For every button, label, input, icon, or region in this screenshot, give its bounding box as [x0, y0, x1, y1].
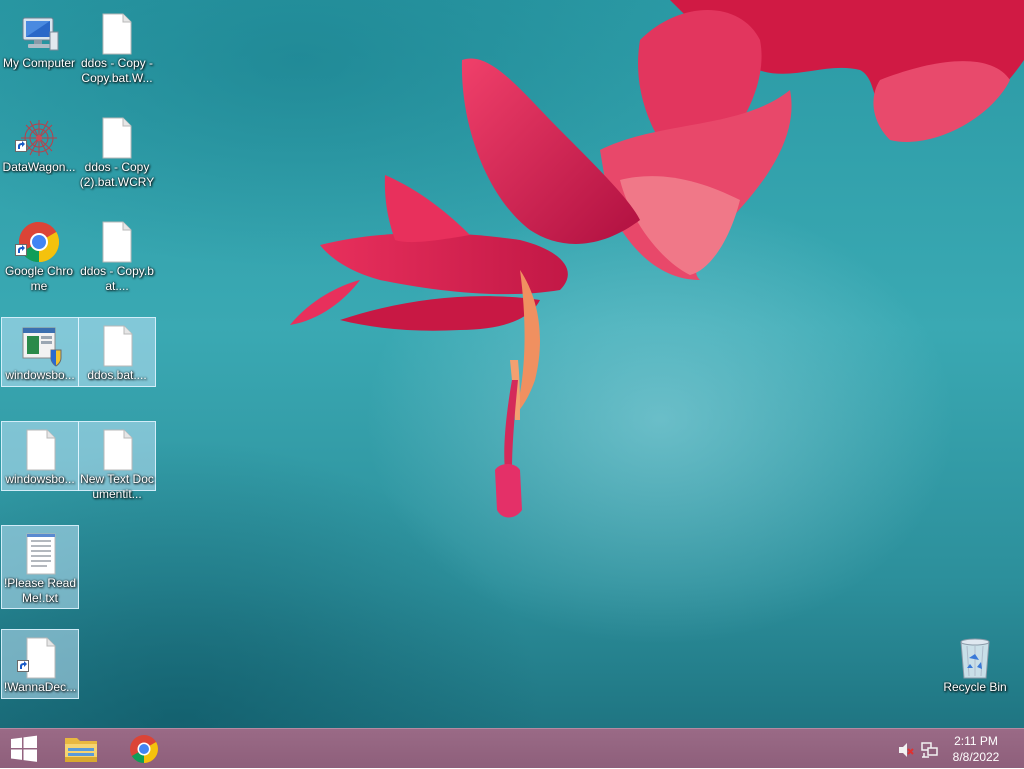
blank-file-icon	[102, 221, 132, 263]
file-explorer-icon	[65, 738, 97, 762]
chrome-icon	[130, 735, 158, 763]
desktop-icon-label: ddos - Copy.bat....	[80, 264, 154, 293]
desktop-icon-label: Recycle Bin	[943, 680, 1007, 694]
computer-icon	[22, 17, 59, 51]
taskbar: 2:11 PM 8/8/2022	[0, 728, 1024, 768]
desktop-icon-wannadecryptor[interactable]: !WannaDec...	[1, 629, 79, 699]
desktop-icon-label: windowsbo...	[5, 472, 75, 486]
blank-file-icon	[103, 325, 133, 367]
datawagon-icon	[21, 120, 57, 156]
desktop-icon-windowsbo-installer[interactable]: windowsbo...	[1, 317, 79, 387]
desktop-icon-label: ddos - Copy - Copy.bat.W...	[80, 56, 154, 85]
start-button[interactable]	[0, 729, 48, 769]
recycle-bin-icon	[960, 638, 990, 679]
windows-start-icon	[11, 735, 37, 762]
shortcut-arrow-icon	[17, 660, 29, 672]
desktop-icon-label: New Text Documentit...	[80, 472, 154, 501]
desktop-icon-label: Google Chrome	[4, 264, 74, 293]
desktop-icon-label: My Computer	[2, 56, 76, 70]
shortcut-arrow-icon	[15, 140, 27, 152]
clock-time: 2:11 PM	[954, 734, 998, 748]
blank-file-icon	[102, 117, 132, 159]
desktop-icon-ddos-copy-2[interactable]: ddos - Copy (2).bat.WCRY	[78, 110, 156, 189]
shortcut-arrow-icon	[15, 244, 27, 256]
desktop-icon-label: ddos.bat....	[87, 368, 147, 382]
blank-file-icon	[103, 429, 133, 471]
desktop-icon-recycle-bin[interactable]: Recycle Bin	[936, 630, 1014, 700]
desktop[interactable]: My Computer ddos - Copy - Copy.bat.W...	[0, 0, 1024, 728]
desktop-icon-my-computer[interactable]: My Computer	[0, 6, 78, 76]
clock-date: 8/8/2022	[952, 750, 1000, 764]
tray-network-button[interactable]	[921, 741, 939, 759]
desktop-icon-label: DataWagon...	[2, 160, 76, 174]
volume-muted-icon	[899, 743, 914, 757]
blank-file-icon	[26, 637, 56, 679]
desktop-icon-label: !WannaDec...	[3, 680, 77, 694]
tray-volume-button[interactable]	[897, 741, 915, 759]
desktop-icon-datawagon[interactable]: DataWagon...	[0, 110, 78, 180]
blank-file-icon	[102, 13, 132, 55]
text-file-icon	[26, 533, 56, 575]
chrome-icon	[19, 222, 59, 262]
desktop-icon-ddos-bat[interactable]: ddos.bat....	[78, 317, 156, 387]
network-icon	[921, 742, 938, 758]
desktop-icon-google-chrome[interactable]: Google Chrome	[0, 214, 78, 293]
desktop-icon-please-read-me[interactable]: !Please Read Me!.txt	[1, 525, 79, 609]
desktop-icon-label: windowsbo...	[5, 368, 75, 382]
taskbar-clock[interactable]: 2:11 PM 8/8/2022	[946, 733, 1006, 765]
installer-icon	[22, 327, 62, 367]
desktop-icon-ddos-copy-copy[interactable]: ddos - Copy - Copy.bat.W...	[78, 6, 156, 85]
desktop-icon-label: !Please Read Me!.txt	[3, 576, 77, 605]
desktop-icon-label: ddos - Copy (2).bat.WCRY	[79, 160, 155, 189]
desktop-icon-windowsbo-file[interactable]: windowsbo...	[1, 421, 79, 491]
blank-file-icon	[26, 429, 56, 471]
desktop-icon-new-text-document[interactable]: New Text Documentit...	[78, 421, 156, 501]
desktop-icon-ddos-copy[interactable]: ddos - Copy.bat....	[78, 214, 156, 293]
taskbar-chrome-button[interactable]	[120, 729, 168, 769]
taskbar-file-explorer-button[interactable]	[57, 729, 105, 769]
